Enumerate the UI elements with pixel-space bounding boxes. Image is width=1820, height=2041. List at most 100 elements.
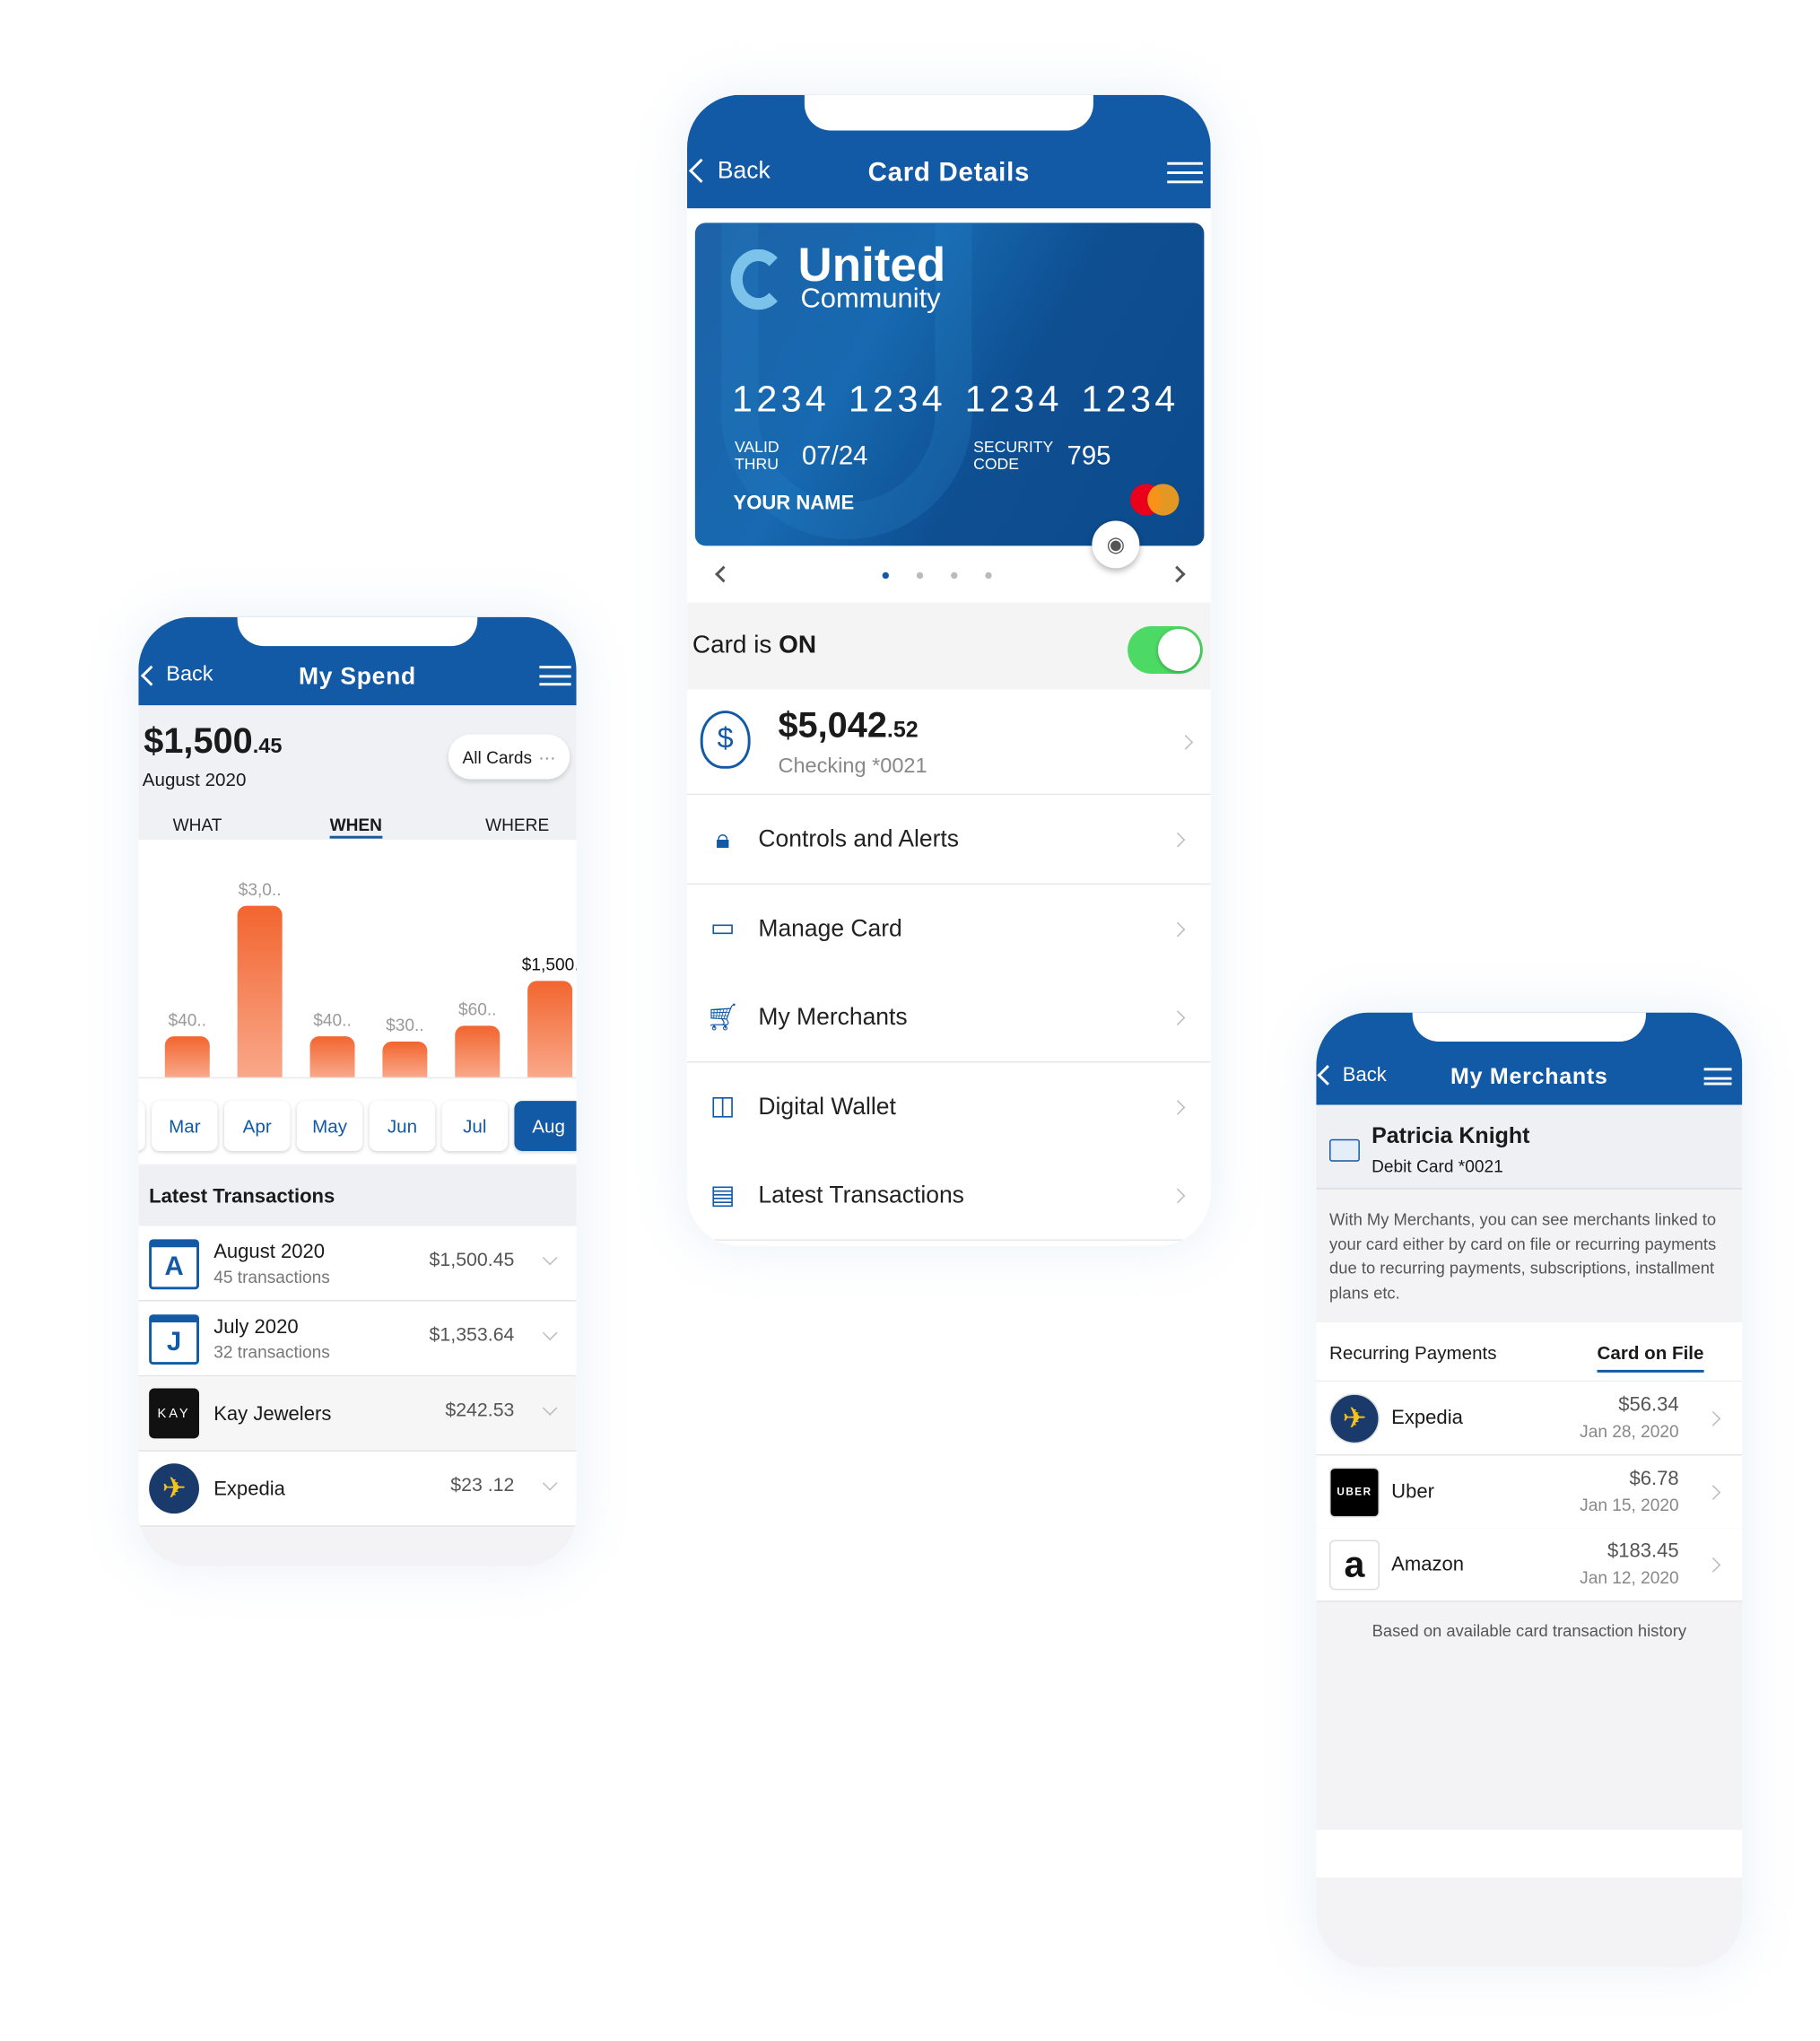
card-filter-button[interactable]: All Cards ··· — [448, 734, 570, 780]
balance-row[interactable]: $ $5,042.52 Checking *0021 — [687, 689, 1211, 796]
menu-item-manage-card[interactable]: ▭ Manage Card — [687, 884, 1211, 974]
month-button-aug[interactable]: Aug — [514, 1101, 577, 1151]
expedia-logo: ✈ — [149, 1463, 200, 1514]
carousel-prev-button[interactable] — [715, 565, 732, 583]
my-merchants-screen: Back My Merchants Patricia Knight Debit … — [1316, 1012, 1743, 1967]
carousel-dot[interactable] — [951, 571, 958, 580]
month-button-may[interactable]: May — [296, 1101, 363, 1151]
page-title: Card Details — [867, 158, 1031, 188]
expedia-logo: ✈ — [1329, 1393, 1380, 1444]
wallet-icon: ◫ — [710, 1091, 736, 1121]
cardholder-name: Patricia Knight — [1372, 1123, 1530, 1149]
chevron-right-icon — [1178, 735, 1194, 750]
transaction-row[interactable]: A August 2020 45 transactions $1,500.45 — [138, 1225, 577, 1302]
month-button-mar[interactable]: Mar — [152, 1101, 218, 1151]
bar-jun[interactable] — [382, 1041, 428, 1077]
chevron-right-icon — [1170, 1188, 1186, 1204]
tab-what[interactable]: WHAT — [173, 815, 222, 834]
data-label: $1,500.4 — [521, 954, 577, 974]
notch — [237, 616, 478, 647]
brand-name: United — [797, 237, 946, 292]
carousel-dot[interactable] — [985, 571, 992, 580]
transaction-title: Kay Jewelers — [213, 1402, 332, 1426]
card-toggle[interactable] — [1128, 626, 1203, 674]
debit-card[interactable]: United Community 1234 1234 1234 1234 VALID T… — [694, 222, 1205, 546]
transaction-row[interactable]: J July 2020 32 transactions $1,353.64 — [138, 1301, 577, 1377]
merchant-row[interactable]: ✈ Expedia $56.34 Jan 28, 2020 — [1316, 1382, 1743, 1456]
card-number-group: 1234 — [732, 378, 831, 420]
chevron-right-icon — [1705, 1557, 1721, 1573]
card-number-group: 1234 — [1081, 378, 1180, 420]
ellipsis-icon: ··· — [538, 746, 556, 767]
carousel-dot[interactable] — [882, 571, 889, 580]
carousel-dot[interactable] — [916, 571, 924, 580]
card-icon — [1329, 1138, 1360, 1162]
united-logo-icon — [730, 249, 787, 310]
summary: $1,500.45 August 2020 All Cards ··· WHAT … — [138, 705, 577, 841]
transaction-subtitle: 45 transactions — [213, 1267, 330, 1287]
chevron-down-icon[interactable] — [542, 1400, 558, 1416]
valid-thru: 07/24 — [801, 441, 868, 471]
menu-icon[interactable] — [539, 666, 571, 686]
menu-icon[interactable] — [1167, 161, 1203, 184]
transaction-row[interactable]: ✈ Expedia $23 .12 — [138, 1452, 577, 1527]
chevron-down-icon[interactable] — [542, 1325, 558, 1341]
balance-main: $5,042 — [778, 705, 887, 746]
card-number: 1234 1234 1234 1234 — [732, 379, 1180, 421]
tab-when[interactable]: WHEN — [329, 815, 382, 839]
data-label: $40.. — [168, 1009, 207, 1030]
month-button-prev[interactable] — [138, 1101, 145, 1151]
merchant-tabs: Recurring Payments Card on File — [1316, 1322, 1743, 1382]
carousel-next-button[interactable] — [1168, 565, 1186, 583]
data-label: $30.. — [386, 1014, 424, 1035]
chevron-down-icon[interactable] — [542, 1250, 558, 1266]
menu-item-label: Manage Card — [758, 914, 902, 941]
header: Back My Merchants — [1316, 1012, 1743, 1105]
transaction-title: August 2020 — [213, 1240, 326, 1263]
lock-icon: 🔒︎ — [715, 824, 730, 854]
month-button-jun[interactable]: Jun — [369, 1101, 436, 1151]
calendar-j-icon: J — [149, 1314, 200, 1365]
receipt-icon: ▤ — [710, 1181, 736, 1210]
card-filter-label: All Cards — [462, 746, 533, 767]
bar-aug[interactable] — [527, 981, 573, 1077]
data-label: $40.. — [313, 1009, 352, 1030]
menu-item-digital-wallet[interactable]: ◫ Digital Wallet — [687, 1061, 1211, 1152]
tab-recurring-payments[interactable]: Recurring Payments — [1329, 1342, 1496, 1364]
valid-label: VALID THRU — [735, 439, 779, 473]
merchant-amount: $56.34 — [1618, 1393, 1679, 1417]
merchant-row[interactable]: UBER Uber $6.78 Jan 15, 2020 — [1316, 1454, 1743, 1530]
bar-apr[interactable] — [237, 905, 283, 1077]
transaction-title: July 2020 — [213, 1315, 299, 1339]
valid-label-2: THRU — [734, 455, 779, 474]
security-label-2: CODE — [973, 455, 1020, 474]
tab-card-on-file[interactable]: Card on File — [1597, 1342, 1704, 1373]
menu-icon[interactable] — [1703, 1068, 1732, 1086]
tab-where[interactable]: WHERE — [485, 815, 549, 834]
chevron-right-icon — [1170, 921, 1186, 937]
merchant-name: Uber — [1391, 1479, 1434, 1503]
balance-cents: .52 — [886, 717, 919, 743]
mastercard-logo — [1130, 484, 1183, 518]
transaction-row[interactable]: KAY Kay Jewelers $242.53 — [138, 1376, 577, 1452]
bar-mar[interactable] — [164, 1035, 210, 1077]
menu-item-controls-and-alerts[interactable]: 🔒︎ Controls and Alerts — [687, 795, 1211, 885]
menu-item-latest-transactions[interactable]: ▤ Latest Transactions — [687, 1150, 1211, 1241]
chevron-right-icon — [1170, 1010, 1186, 1025]
amazon-logo: a — [1329, 1539, 1380, 1591]
merchant-row[interactable]: a Amazon $183.45 Jan 12, 2020 — [1316, 1528, 1743, 1602]
menu-item-my-merchants[interactable]: 🛒︎ My Merchants — [687, 973, 1211, 1063]
bar-jul[interactable] — [455, 1025, 501, 1077]
bar-may[interactable] — [309, 1035, 355, 1077]
card-number-group: 1234 — [848, 378, 947, 420]
chevron-down-icon[interactable] — [542, 1475, 558, 1491]
menu-item-label: Latest Transactions — [758, 1181, 964, 1208]
month-button-apr[interactable]: Apr — [223, 1101, 291, 1151]
toggle-knob — [1157, 628, 1200, 672]
eye-icon[interactable]: ◉ — [1092, 520, 1140, 569]
month-button-jul[interactable]: Jul — [441, 1101, 509, 1151]
header: Back Card Details — [687, 94, 1211, 209]
my-spend-screen: Back My Spend $1,500.45 August 2020 All … — [138, 616, 577, 1566]
menu-item-label: Controls and Alerts — [758, 824, 960, 852]
card-status-text: Card is ON — [692, 632, 816, 660]
